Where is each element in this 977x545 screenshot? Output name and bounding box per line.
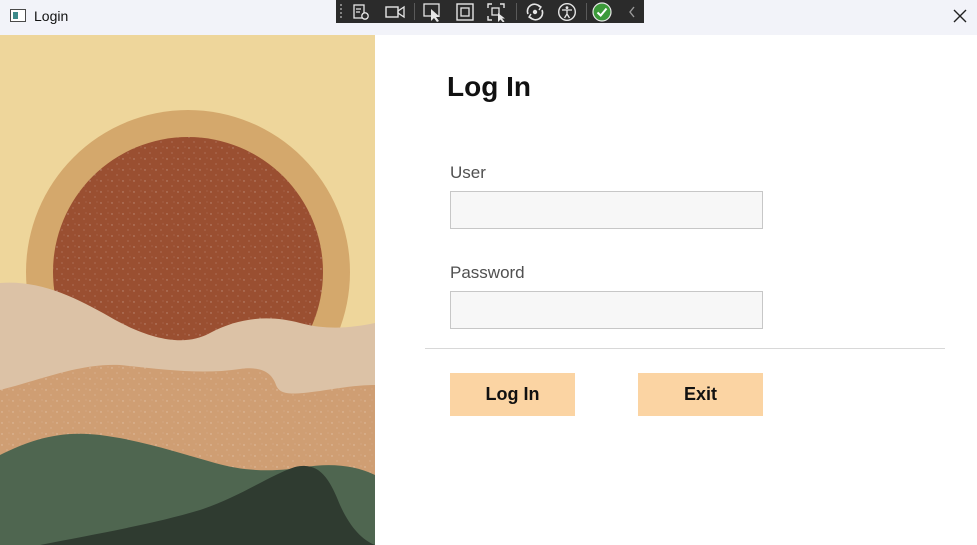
landscape-illustration	[0, 35, 375, 545]
password-input[interactable]	[450, 291, 763, 329]
window-title: Login	[34, 8, 69, 24]
live-visual-tree-button[interactable]	[350, 1, 372, 22]
collapse-toolbar-button[interactable]	[621, 1, 643, 22]
select-element-button[interactable]	[422, 1, 444, 22]
hot-reload-icon	[526, 2, 544, 21]
track-focused-element-button[interactable]	[486, 1, 508, 22]
display-layout-adorners-button[interactable]	[454, 1, 476, 22]
grip-icon[interactable]	[339, 3, 343, 20]
record-icon	[385, 5, 405, 18]
xaml-debug-toolbar	[336, 0, 644, 23]
select-element-icon	[423, 2, 440, 22]
accessibility-checker-button[interactable]	[556, 1, 578, 22]
window-app-icon	[10, 9, 26, 22]
hot-reload-button[interactable]	[524, 1, 546, 22]
display-layout-adorners-icon	[456, 2, 474, 21]
binding-status-button[interactable]	[591, 1, 613, 22]
track-focused-element-icon	[487, 2, 505, 22]
user-label: User	[450, 163, 486, 182]
close-window-button[interactable]	[943, 0, 977, 32]
user-input[interactable]	[450, 191, 763, 229]
password-label: Password	[450, 263, 525, 282]
page-title: Log In	[447, 71, 531, 102]
close-icon	[953, 9, 967, 23]
collapse-toolbar-icon	[629, 6, 635, 17]
accessibility-icon	[557, 2, 577, 21]
live-visual-tree-icon	[353, 3, 369, 20]
record-button[interactable]	[384, 1, 406, 22]
login-button[interactable]: Log In	[450, 373, 575, 416]
divider	[425, 348, 945, 349]
binding-success-check-icon	[592, 1, 612, 22]
exit-button[interactable]: Exit	[638, 373, 763, 416]
